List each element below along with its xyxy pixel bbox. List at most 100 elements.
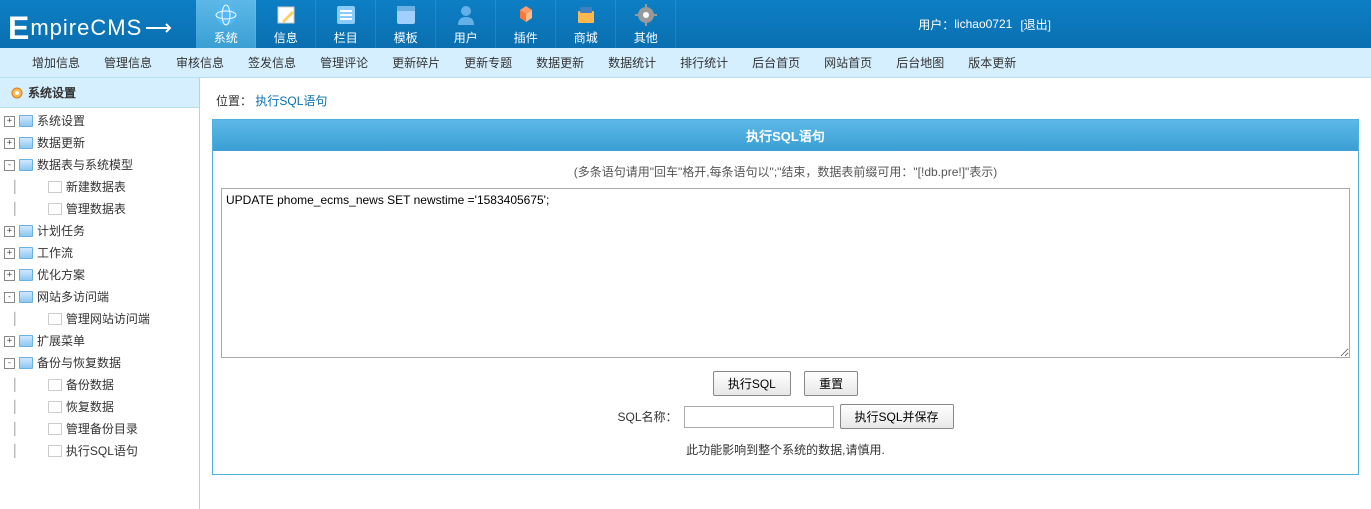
tree-folder[interactable]: -数据表与系统模型: [0, 154, 199, 176]
settings-icon: [10, 86, 24, 100]
tree-folder[interactable]: +系统设置: [0, 110, 199, 132]
folder-icon: [19, 137, 33, 149]
tree-file[interactable]: │ 管理备份目录: [0, 418, 199, 440]
execute-sql-button[interactable]: 执行SQL: [713, 371, 791, 396]
top-nav-label: 其他: [634, 29, 658, 46]
folder-icon: [19, 357, 33, 369]
expand-icon[interactable]: +: [4, 270, 15, 281]
edit-icon: [274, 3, 298, 27]
logo-letter: E: [8, 10, 30, 47]
sub-nav-item[interactable]: 更新碎片: [392, 54, 440, 71]
tree-label: 管理网站访问端: [66, 310, 150, 328]
sub-nav-item[interactable]: 数据统计: [608, 54, 656, 71]
top-nav-label: 模板: [394, 29, 418, 46]
top-nav-globe[interactable]: 系统: [196, 0, 256, 48]
tree-folder[interactable]: - 备份与恢复数据: [0, 352, 199, 374]
reset-button[interactable]: 重置: [804, 371, 858, 396]
user-name: lichao0721: [954, 17, 1012, 31]
sub-nav-item[interactable]: 数据更新: [536, 54, 584, 71]
expand-icon[interactable]: +: [4, 248, 15, 259]
sql-name-label: SQL名称：: [617, 408, 677, 425]
globe-icon: [214, 3, 238, 27]
sidebar-title: 系统设置: [0, 78, 199, 108]
breadcrumb-current: 执行SQL语句: [255, 94, 327, 108]
top-nav-edit[interactable]: 信息: [256, 0, 316, 48]
collapse-icon[interactable]: -: [4, 160, 15, 171]
breadcrumb-label: 位置：: [216, 94, 252, 108]
sub-nav-item[interactable]: 管理信息: [104, 54, 152, 71]
tree-file[interactable]: │ 管理数据表: [0, 198, 199, 220]
tree-label: 扩展菜单: [37, 332, 85, 350]
tree-branch-icon: [33, 204, 44, 215]
tree-file[interactable]: │ 新建数据表: [0, 176, 199, 198]
top-nav-shop[interactable]: 商城: [556, 0, 616, 48]
file-icon: [48, 379, 62, 391]
tree-label: 恢复数据: [66, 398, 114, 416]
execute-save-button[interactable]: 执行SQL并保存: [840, 404, 954, 429]
tree-label: 网站多访问端: [37, 288, 109, 306]
file-icon: [48, 313, 62, 325]
main-content: 位置： 执行SQL语句 执行SQL语句 (多条语句请用"回车"格开,每条语句以"…: [200, 78, 1371, 509]
sub-nav: 增加信息 管理信息 审核信息 签发信息 管理评论 更新碎片 更新专题 数据更新 数据统计 排行统计…: [0, 48, 1371, 78]
template-icon: [394, 3, 418, 27]
top-nav-list[interactable]: 栏目: [316, 0, 376, 48]
sub-nav-item[interactable]: 版本更新: [968, 54, 1016, 71]
top-nav-label: 插件: [514, 29, 538, 46]
tree-folder[interactable]: +优化方案: [0, 264, 199, 286]
header: EmpireCMS 系统信息栏目模板用户插件商城其他 用户： lichao072…: [0, 0, 1371, 48]
collapse-icon[interactable]: -: [4, 358, 15, 369]
user-label: 用户：: [918, 16, 954, 33]
expand-icon[interactable]: +: [4, 116, 15, 127]
tree-folder[interactable]: +计划任务: [0, 220, 199, 242]
panel-title: 执行SQL语句: [213, 120, 1358, 151]
sub-nav-item[interactable]: 更新专题: [464, 54, 512, 71]
file-icon: [48, 203, 62, 215]
top-nav-label: 栏目: [334, 29, 358, 46]
tree-file[interactable]: │ 恢复数据: [0, 396, 199, 418]
file-icon: [48, 181, 62, 193]
tree-folder[interactable]: +数据更新: [0, 132, 199, 154]
collapse-icon[interactable]: -: [4, 292, 15, 303]
tree-branch-icon: [33, 402, 44, 413]
expand-icon[interactable]: +: [4, 138, 15, 149]
sub-nav-item[interactable]: 后台地图: [896, 54, 944, 71]
list-icon: [334, 3, 358, 27]
breadcrumb: 位置： 执行SQL语句: [212, 86, 1359, 119]
sub-nav-item[interactable]: 网站首页: [824, 54, 872, 71]
sub-nav-item[interactable]: 排行统计: [680, 54, 728, 71]
tree-branch-icon: [33, 424, 44, 435]
tree-folder[interactable]: + 工作流: [0, 242, 199, 264]
top-nav-plugin[interactable]: 插件: [496, 0, 556, 48]
top-nav-gear[interactable]: 其他: [616, 0, 676, 48]
tree-label: 执行SQL语句: [66, 442, 138, 460]
expand-icon[interactable]: +: [4, 226, 15, 237]
shop-icon: [574, 3, 598, 27]
tree-label: 工作流: [37, 244, 73, 262]
tree-branch-icon: [33, 314, 44, 325]
sub-nav-item[interactable]: 签发信息: [248, 54, 296, 71]
tree-file[interactable]: │ 备份数据: [0, 374, 199, 396]
sub-nav-item[interactable]: 审核信息: [176, 54, 224, 71]
top-nav-template[interactable]: 模板: [376, 0, 436, 48]
sub-nav-item[interactable]: 增加信息: [32, 54, 80, 71]
logout-link[interactable]: [退出]: [1020, 16, 1051, 33]
top-nav-label: 商城: [574, 29, 598, 46]
sub-nav-item[interactable]: 管理评论: [320, 54, 368, 71]
sql-textarea[interactable]: [221, 188, 1350, 358]
tree-file[interactable]: │ 管理网站访问端: [0, 308, 199, 330]
tree-folder[interactable]: - 网站多访问端: [0, 286, 199, 308]
sub-nav-item[interactable]: 后台首页: [752, 54, 800, 71]
expand-icon[interactable]: +: [4, 336, 15, 347]
tree-label: 备份与恢复数据: [37, 354, 121, 372]
tree-label: 管理备份目录: [66, 420, 138, 438]
sql-name-input[interactable]: [684, 406, 834, 428]
top-nav-user[interactable]: 用户: [436, 0, 496, 48]
tree-file[interactable]: │ 执行SQL语句: [0, 440, 199, 462]
panel-hint: (多条语句请用"回车"格开,每条语句以";"结束，数据表前缀可用："[!db.p…: [221, 159, 1350, 188]
tree-folder[interactable]: + 扩展菜单: [0, 330, 199, 352]
folder-icon: [19, 225, 33, 237]
top-nav: 系统信息栏目 模板 用户插件 商城 其他: [196, 0, 898, 48]
file-icon: [48, 423, 62, 435]
file-icon: [48, 401, 62, 413]
folder-icon: [19, 247, 33, 259]
